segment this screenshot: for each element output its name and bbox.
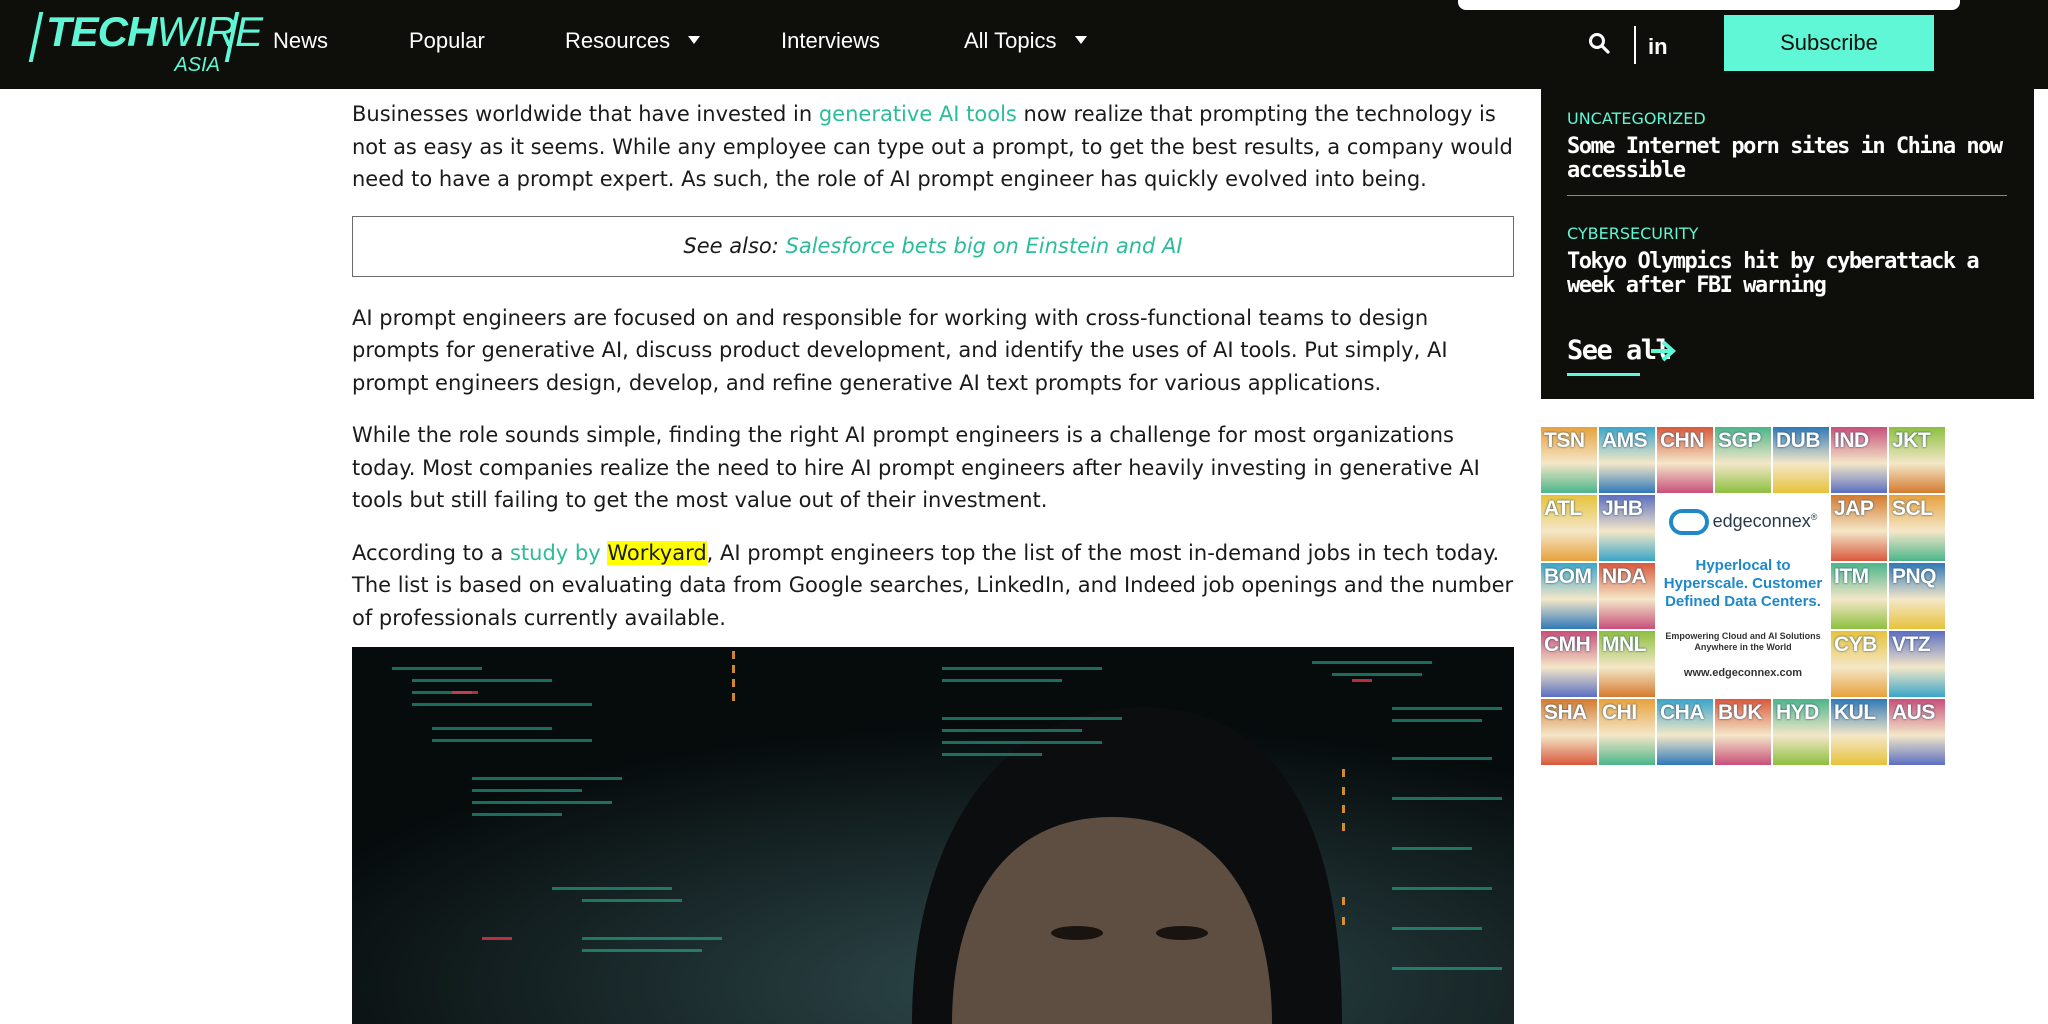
city-tile: HYD <box>1773 699 1829 765</box>
ad-center-panel: edgeconnex® Hyperlocal to Hyperscale. Cu… <box>1657 495 1829 693</box>
nav-resources[interactable]: Resources <box>565 28 701 54</box>
city-tile-label: IND <box>1834 429 1869 452</box>
search-icon[interactable] <box>1588 32 1610 54</box>
city-tile-label: PNQ <box>1892 565 1937 588</box>
city-tile: BOM <box>1541 563 1597 629</box>
city-tile: AMS <box>1599 427 1655 493</box>
edgeconnex-logo: edgeconnex® <box>1657 509 1829 535</box>
ad-url: www.edgeconnex.com <box>1683 667 1803 679</box>
techwire-asia-logo[interactable]: TECHWIRE ASIA <box>28 8 263 80</box>
city-tile-label: CYB <box>1834 633 1877 656</box>
see-also-label: See also: <box>683 233 786 258</box>
city-tile: SHA <box>1541 699 1597 765</box>
nav-interviews[interactable]: Interviews <box>781 28 880 54</box>
city-tile: SGP <box>1715 427 1771 493</box>
article-hero-image <box>352 647 1514 1024</box>
sidebar-item-title[interactable]: Some Internet porn sites in China now ac… <box>1567 135 2007 183</box>
article-body: Businesses worldwide that have invested … <box>352 98 1514 654</box>
city-tile-label: HYD <box>1776 701 1819 724</box>
see-also-box: See also: Salesforce bets big on Einstei… <box>352 215 1514 277</box>
paragraph-1: Businesses worldwide that have invested … <box>352 102 1513 191</box>
city-tile-label: KUL <box>1834 701 1876 724</box>
sidebar-related-posts: UNCATEGORIZED Some Internet porn sites i… <box>1541 89 2034 399</box>
linkedin-icon[interactable]: in <box>1648 34 1668 60</box>
city-tile-label: BOM <box>1544 565 1592 588</box>
search-dropdown-panel <box>1458 0 1960 10</box>
city-tile-label: SHA <box>1544 701 1587 724</box>
nav-news[interactable]: News <box>273 28 328 54</box>
chevron-down-icon <box>1074 36 1087 45</box>
city-tile-label: CHI <box>1602 701 1637 724</box>
city-tile-label: AMS <box>1602 429 1648 452</box>
sidebar-divider <box>1567 195 2007 196</box>
city-tile-label: SCL <box>1892 497 1933 520</box>
city-tile: JAP <box>1831 495 1887 561</box>
sidebar-item-category[interactable]: UNCATEGORIZED <box>1567 109 1706 128</box>
highlighted-workyard[interactable]: Workyard <box>607 540 707 565</box>
ad-subtext: Empowering Cloud and AI Solutions Anywhe… <box>1665 631 1821 652</box>
city-tile-label: ITM <box>1834 565 1869 588</box>
city-tile: CHI <box>1599 699 1655 765</box>
city-tile-label: SGP <box>1718 429 1761 452</box>
city-tile: TSN <box>1541 427 1597 493</box>
nav-all-topics[interactable]: All Topics <box>964 28 1087 54</box>
city-tile: KUL <box>1831 699 1887 765</box>
city-tile: JHB <box>1599 495 1655 561</box>
city-tile: ATL <box>1541 495 1597 561</box>
paragraph-4: According to a study by Workyard, AI pro… <box>352 540 1514 630</box>
city-tile: IND <box>1831 427 1887 493</box>
city-tile: CHA <box>1657 699 1713 765</box>
city-tile: MNL <box>1599 631 1655 697</box>
nav-divider <box>1634 26 1636 64</box>
city-tile: VTZ <box>1889 631 1945 697</box>
city-tile-label: CMH <box>1544 633 1591 656</box>
subscribe-button[interactable]: Subscribe <box>1724 15 1934 71</box>
study-link[interactable]: study by <box>510 541 607 565</box>
city-tile-label: JKT <box>1892 429 1931 452</box>
city-tile: JKT <box>1889 427 1945 493</box>
arrow-right-icon[interactable] <box>1649 339 1677 363</box>
city-tile-label: MNL <box>1602 633 1647 656</box>
city-tile: NDA <box>1599 563 1655 629</box>
sidebar-item-title[interactable]: Tokyo Olympics hit by cyberattack a week… <box>1567 250 2007 298</box>
edgeconnex-advertisement[interactable]: TSN AMS CHN SGP DUB IND JKT ATL JHB JAP SCL BOM NDA I… <box>1541 427 1945 765</box>
city-tile-label: VTZ <box>1892 633 1931 656</box>
city-tile-label: JAP <box>1834 497 1874 520</box>
city-tile: BUK <box>1715 699 1771 765</box>
city-tile: CMH <box>1541 631 1597 697</box>
city-tile-label: CHN <box>1660 429 1705 452</box>
city-tile-label: NDA <box>1602 565 1647 588</box>
nav-popular[interactable]: Popular <box>409 28 485 54</box>
city-tile-label: DUB <box>1776 429 1821 452</box>
paragraph-2: AI prompt engineers are focused on and r… <box>352 305 1448 395</box>
city-tile-label: BUK <box>1718 701 1763 724</box>
generative-ai-tools-link[interactable]: generative AI tools <box>819 102 1017 126</box>
logo-bar-left <box>28 12 44 62</box>
city-tile-label: JHB <box>1602 497 1643 520</box>
city-tile-label: TSN <box>1544 429 1585 452</box>
city-tile: AUS <box>1889 699 1945 765</box>
edgeconnex-mark-icon <box>1668 509 1709 535</box>
city-tile: PNQ <box>1889 563 1945 629</box>
city-tile: ITM <box>1831 563 1887 629</box>
city-tile: DUB <box>1773 427 1829 493</box>
paragraph-3: While the role sounds simple, finding th… <box>352 423 1480 512</box>
see-also-link[interactable]: Salesforce bets big on Einstein and AI <box>786 230 1183 263</box>
top-navigation-bar: TECHWIRE ASIA News Popular Resources Int… <box>0 0 2048 89</box>
city-tile-label: CHA <box>1660 701 1705 724</box>
woman-with-code-overlay-image <box>352 647 1514 1024</box>
city-tile-label: AUS <box>1892 701 1935 724</box>
city-tile-label: ATL <box>1544 497 1582 520</box>
logo-subtitle: ASIA <box>174 54 220 76</box>
chevron-down-icon <box>688 36 701 45</box>
see-all-underline <box>1567 373 1640 376</box>
sidebar-item-category[interactable]: CYBERSECURITY <box>1567 224 1698 243</box>
city-tile: SCL <box>1889 495 1945 561</box>
ad-headline: Hyperlocal to Hyperscale. Customer Defin… <box>1663 557 1823 610</box>
city-tile: CYB <box>1831 631 1887 697</box>
city-tile: CHN <box>1657 427 1713 493</box>
